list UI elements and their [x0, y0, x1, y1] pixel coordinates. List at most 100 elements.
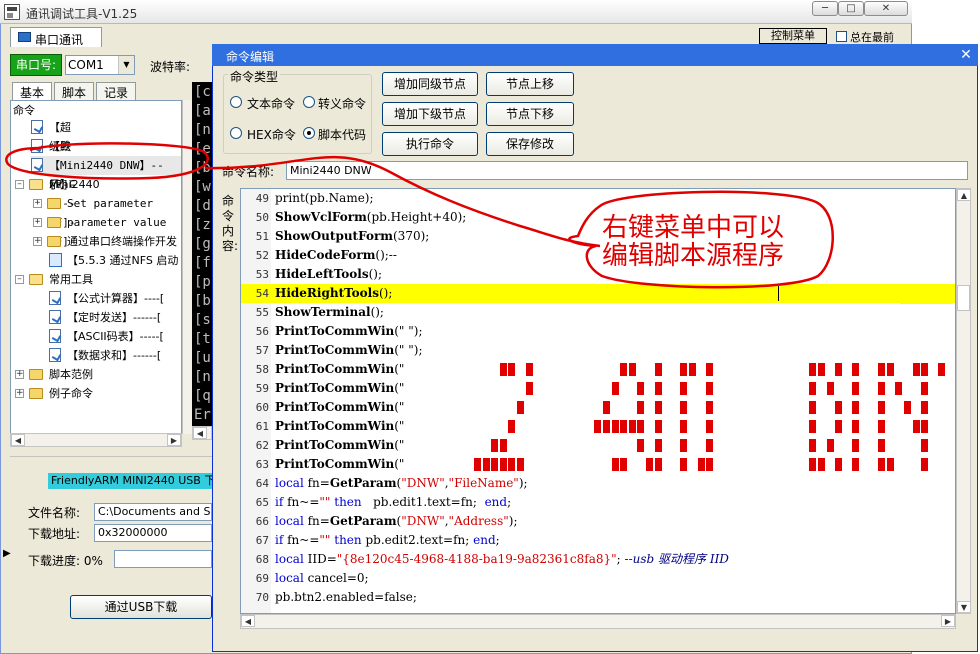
code-text: print(pb.Name);	[275, 189, 374, 208]
port-label[interactable]: 串口号:	[10, 54, 62, 76]
code-line[interactable]: 65 if fn~="" then pb.edit1.text=fn; end;	[241, 493, 955, 512]
code-hscroll[interactable]: ◀ ▶	[240, 614, 956, 629]
code-line[interactable]: 51 ShowOutputForm(370);	[241, 227, 955, 246]
ascii-art-block-pixel	[921, 363, 928, 376]
tab-basic[interactable]: 基本	[12, 82, 52, 100]
close-button[interactable]: ✕	[864, 1, 908, 16]
always-on-top-checkbox[interactable]	[836, 31, 847, 42]
code-line[interactable]: 49 print(pb.Name);	[241, 189, 955, 208]
code-vscroll-thumb[interactable]	[957, 285, 970, 311]
terminal-line: [b	[194, 160, 211, 176]
ascii-art-block-pixel	[878, 382, 885, 395]
code-token: IID=	[303, 552, 337, 566]
minimize-button[interactable]: ─	[812, 1, 838, 16]
download-address-label: 下载地址:	[28, 527, 81, 541]
scroll-left-icon[interactable]: ◀	[241, 615, 255, 627]
execute-command-button[interactable]: 执行命令	[382, 132, 478, 156]
port-select[interactable]: COM1 ▼	[65, 55, 135, 75]
ascii-art-block-pixel	[629, 363, 636, 376]
radio-text-command[interactable]	[230, 96, 242, 108]
code-text: HideLeftTools();	[275, 265, 382, 284]
code-line[interactable]: 57 PrintToCommWin(" ");	[241, 341, 955, 360]
tree-item-label: Mini2440	[49, 178, 100, 191]
code-line[interactable]: 53 HideLeftTools();	[241, 265, 955, 284]
expand-icon[interactable]: +	[33, 199, 42, 208]
expand-icon[interactable]: +	[15, 389, 24, 398]
dialog-titlebar[interactable]	[212, 44, 978, 66]
scroll-up-icon[interactable]: ▲	[957, 189, 971, 201]
code-token: PrintToCommWin	[275, 324, 395, 338]
collapse-icon[interactable]: –	[15, 180, 24, 189]
radio-hex-command[interactable]	[230, 127, 242, 139]
scroll-right-icon[interactable]: ▶	[941, 615, 955, 627]
ascii-art-block-pixel	[913, 420, 920, 433]
code-token: ;	[507, 495, 512, 509]
code-line[interactable]: 56 PrintToCommWin(" ");	[241, 322, 955, 341]
code-line-current[interactable]: 54 HideRightTools();	[241, 284, 955, 303]
code-token: PrintToCommWin	[275, 362, 395, 376]
code-line[interactable]: 69 local cancel=0;	[241, 569, 955, 588]
tab-script[interactable]: 脚本	[54, 82, 94, 100]
terminal-hscroll[interactable]: ◀	[192, 426, 212, 440]
move-node-down-button[interactable]: 节点下移	[486, 102, 574, 126]
tab-log[interactable]: 记录	[96, 82, 136, 100]
terminal-line: [s	[194, 312, 211, 328]
code-line[interactable]: 50 ShowVclForm(pb.Height+40);	[241, 208, 955, 227]
tree-hscroll[interactable]: ◀ ▶	[10, 433, 182, 447]
chevron-down-icon[interactable]: ▼	[118, 56, 134, 74]
file-name-input[interactable]: C:\Documents and Setti	[94, 503, 212, 521]
command-tree[interactable]: 命令 【超级终端】------[F]- 【默认显示】------[F]- 【Mi…	[10, 100, 182, 434]
code-line[interactable]: 52 HideCodeForm();--	[241, 246, 955, 265]
ascii-art-block-pixel	[706, 420, 713, 433]
main-titlebar[interactable]: 通讯调试工具-V1.25 ─ □ ✕	[0, 0, 912, 24]
save-changes-button[interactable]: 保存修改	[486, 132, 574, 156]
scroll-right-icon[interactable]: ▶	[167, 434, 181, 446]
usb-download-button[interactable]: 通过USB下载	[70, 595, 212, 619]
ascii-art-block-pixel	[706, 458, 713, 471]
ascii-art-block-pixel	[637, 382, 644, 395]
code-token: HideRightTools	[275, 286, 379, 300]
ascii-art-block-pixel	[921, 382, 928, 395]
tree-root-label[interactable]: 命令	[13, 101, 35, 120]
code-line[interactable]: 67 if fn~="" then pb.edit2.text=fn; end;	[241, 531, 955, 550]
always-on-top-label: 总在最前	[850, 31, 894, 44]
add-sibling-node-button[interactable]: 增加同级节点	[382, 72, 478, 96]
scroll-left-icon[interactable]: ◀	[193, 427, 207, 439]
terminal-line: [d	[194, 198, 211, 214]
code-line[interactable]: 55 ShowTerminal();	[241, 303, 955, 322]
expand-icon[interactable]: +	[33, 218, 42, 227]
code-line[interactable]: 70 pb.btn2.enabled=false;	[241, 588, 955, 607]
code-token: fn~=	[283, 495, 320, 509]
radio-script-code[interactable]	[303, 127, 315, 139]
tree-vscroll[interactable]	[182, 100, 192, 434]
code-line[interactable]: 66 local fn=GetParam("DNW","Address");	[241, 512, 955, 531]
code-text: HideCodeForm();--	[275, 246, 397, 265]
download-address-input[interactable]: 0x32000000	[94, 524, 212, 542]
code-line[interactable]: 64 local fn=GetParam("DNW","FileName");	[241, 474, 955, 493]
splitter-arrow-icon[interactable]: ▶	[3, 548, 11, 559]
dialog-close-icon[interactable]: ✕	[958, 47, 974, 63]
ascii-art-block-pixel	[474, 458, 481, 471]
expand-icon[interactable]: +	[33, 237, 42, 246]
code-line[interactable]: 68 local IID="{8e120c45-4968-4188-ba19-9a…	[241, 550, 955, 569]
ascii-art-block-pixel	[655, 363, 662, 376]
ascii-art-block-pixel	[852, 401, 859, 414]
code-text: PrintToCommWin("	[275, 379, 404, 398]
control-menu-button[interactable]: 控制菜单	[759, 28, 827, 44]
code-token: HideCodeForm	[275, 248, 376, 262]
scroll-left-icon[interactable]: ◀	[11, 434, 25, 446]
code-vscroll[interactable]: ▲ ▼	[956, 188, 971, 614]
radio-escape-command[interactable]	[303, 96, 315, 108]
annotation-line-1: 右键菜单中可以	[602, 213, 785, 243]
collapse-icon[interactable]: –	[15, 275, 24, 284]
terminal-output[interactable]: [c [a [n [e [b [w [d [z [g [f [p [b [s […	[192, 82, 212, 426]
move-node-up-button[interactable]: 节点上移	[486, 72, 574, 96]
maximize-button[interactable]: □	[838, 1, 864, 16]
expand-icon[interactable]: +	[15, 370, 24, 379]
tab-serial[interactable]: 串口通讯	[10, 27, 102, 47]
scroll-down-icon[interactable]: ▼	[957, 601, 971, 613]
add-child-node-button[interactable]: 增加下级节点	[382, 102, 478, 126]
code-token: end	[484, 495, 508, 509]
command-name-input[interactable]: Mini2440 DNW	[286, 161, 968, 180]
tree-item-selected[interactable]: 【Mini2440 DNW】--[P]C	[31, 156, 181, 191]
